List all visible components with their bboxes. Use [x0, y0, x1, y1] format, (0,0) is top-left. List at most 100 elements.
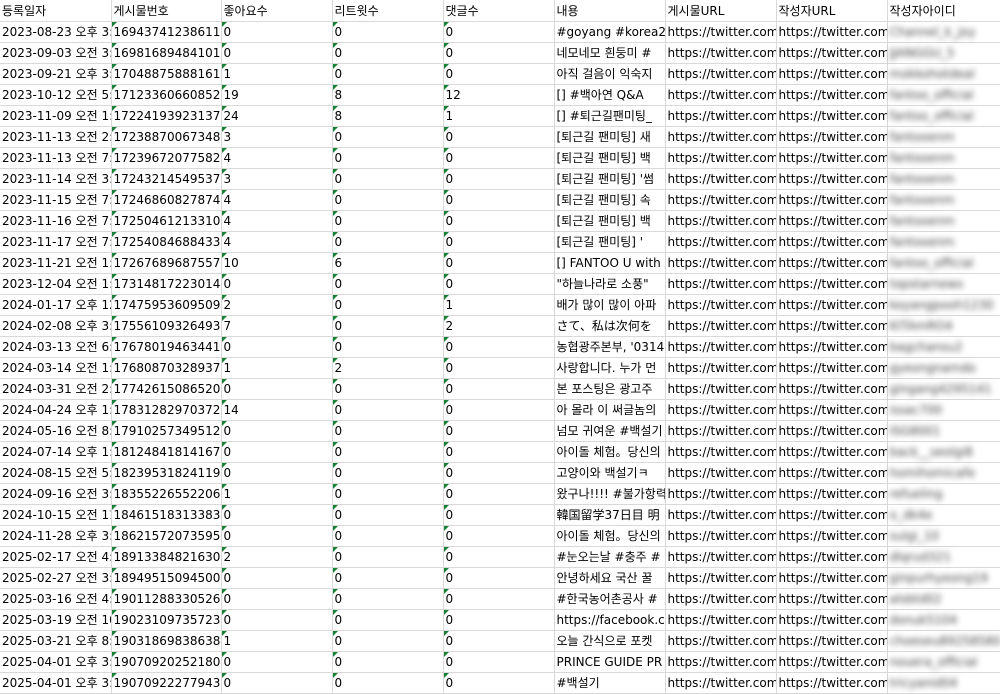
- likes-cell[interactable]: 0: [221, 567, 333, 589]
- comments-cell[interactable]: 1: [443, 294, 555, 316]
- post-id-cell[interactable]: 1755610932649349: [111, 315, 222, 337]
- comments-cell[interactable]: 0: [443, 420, 555, 442]
- content-cell[interactable]: [퇴근길 팬미팅] 새: [554, 126, 666, 148]
- author-url-cell[interactable]: https://twitter.com/: [776, 525, 888, 547]
- date-cell[interactable]: 2023-12-04 오전 1:: [0, 273, 112, 295]
- retweets-cell[interactable]: 0: [332, 63, 444, 85]
- content-cell[interactable]: #눈오는날 #충주 #: [554, 546, 666, 568]
- likes-cell[interactable]: 3: [221, 126, 333, 148]
- date-cell[interactable]: 2024-03-14 오전 1:: [0, 357, 112, 379]
- content-cell[interactable]: 고양이와 백설기ㅋ: [554, 462, 666, 484]
- post-url-cell[interactable]: https://twitter.com/: [665, 231, 777, 253]
- date-cell[interactable]: 2023-11-15 오전 7:: [0, 189, 112, 211]
- author-id-cell[interactable]: koyangpooh1230: [887, 294, 1000, 316]
- column-header[interactable]: 게시물번호: [111, 0, 222, 22]
- comments-cell[interactable]: 12: [443, 84, 555, 106]
- likes-cell[interactable]: 4: [221, 147, 333, 169]
- author-url-cell[interactable]: https://twitter.com/: [776, 252, 888, 274]
- author-url-cell[interactable]: https://twitter.com/: [776, 336, 888, 358]
- retweets-cell[interactable]: 0: [332, 126, 444, 148]
- comments-cell[interactable]: 0: [443, 567, 555, 589]
- retweets-cell[interactable]: 0: [332, 567, 444, 589]
- date-cell[interactable]: 2023-08-23 오후 3:: [0, 21, 112, 43]
- content-cell[interactable]: 왔구나!!!! #불가항력: [554, 483, 666, 505]
- author-id-cell[interactable]: ISG8001: [887, 420, 1000, 442]
- content-cell[interactable]: 아 몰라 이 써글놈의: [554, 399, 666, 421]
- post-id-cell[interactable]: 1774261508652089: [111, 378, 222, 400]
- author-id-cell[interactable]: nouera_official: [887, 651, 1000, 673]
- date-cell[interactable]: 2025-03-21 오후 8:: [0, 630, 112, 652]
- author-url-cell[interactable]: https://twitter.com/: [776, 315, 888, 337]
- author-url-cell[interactable]: https://twitter.com/: [776, 126, 888, 148]
- date-cell[interactable]: 2024-09-16 오전 3:: [0, 483, 112, 505]
- retweets-cell[interactable]: 6: [332, 252, 444, 274]
- post-url-cell[interactable]: https://twitter.com/: [665, 567, 777, 589]
- author-id-cell[interactable]: fantooenm: [887, 210, 1000, 232]
- author-url-cell[interactable]: https://twitter.com/: [776, 189, 888, 211]
- post-url-cell[interactable]: https://twitter.com/: [665, 315, 777, 337]
- retweets-cell[interactable]: 0: [332, 588, 444, 610]
- author-url-cell[interactable]: https://twitter.com/: [776, 105, 888, 127]
- post-url-cell[interactable]: https://twitter.com/: [665, 525, 777, 547]
- likes-cell[interactable]: 19: [221, 84, 333, 106]
- post-url-cell[interactable]: https://twitter.com/: [665, 672, 777, 694]
- post-id-cell[interactable]: 1901128833052668: [111, 588, 222, 610]
- author-id-cell[interactable]: tricyanid04: [887, 672, 1000, 694]
- date-cell[interactable]: 2024-08-15 오전 5:: [0, 462, 112, 484]
- column-header[interactable]: 리트윗수: [332, 0, 444, 22]
- content-cell[interactable]: PRINCE GUIDE PR: [554, 651, 666, 673]
- post-id-cell[interactable]: 1731481722301419: [111, 273, 222, 295]
- post-id-cell[interactable]: 1835522655220638: [111, 483, 222, 505]
- content-cell[interactable]: [퇴근길 팬미팅] '썸: [554, 168, 666, 190]
- likes-cell[interactable]: 7: [221, 315, 333, 337]
- post-url-cell[interactable]: https://twitter.com/: [665, 84, 777, 106]
- column-header[interactable]: 내용: [554, 0, 666, 22]
- post-id-cell[interactable]: 1767801946344137: [111, 336, 222, 358]
- date-cell[interactable]: 2024-10-15 오전 11: [0, 504, 112, 526]
- likes-cell[interactable]: 1: [221, 63, 333, 85]
- content-cell[interactable]: 아이돌 체험。당신의: [554, 525, 666, 547]
- post-url-cell[interactable]: https://twitter.com/: [665, 399, 777, 421]
- comments-cell[interactable]: 0: [443, 63, 555, 85]
- likes-cell[interactable]: 14: [221, 399, 333, 421]
- author-url-cell[interactable]: https://twitter.com/: [776, 462, 888, 484]
- comments-cell[interactable]: 0: [443, 483, 555, 505]
- author-url-cell[interactable]: https://twitter.com/: [776, 609, 888, 631]
- content-cell[interactable]: 배가 많이 많이 아파: [554, 294, 666, 316]
- content-cell[interactable]: #goyang #korea20: [554, 21, 666, 43]
- post-id-cell[interactable]: 1723887006734860: [111, 126, 222, 148]
- date-cell[interactable]: 2024-07-14 오후 1:: [0, 441, 112, 463]
- post-id-cell[interactable]: 1725046121331073: [111, 210, 222, 232]
- comments-cell[interactable]: 0: [443, 609, 555, 631]
- likes-cell[interactable]: 0: [221, 42, 333, 64]
- likes-cell[interactable]: 0: [221, 525, 333, 547]
- post-url-cell[interactable]: https://twitter.com/: [665, 462, 777, 484]
- author-id-cell[interactable]: Channel_k_joy: [887, 21, 1000, 43]
- author-url-cell[interactable]: https://twitter.com/: [776, 441, 888, 463]
- content-cell[interactable]: 농협광주본부, '0314: [554, 336, 666, 358]
- retweets-cell[interactable]: 0: [332, 546, 444, 568]
- column-header[interactable]: 댓글수: [443, 0, 555, 22]
- likes-cell[interactable]: 4: [221, 231, 333, 253]
- likes-cell[interactable]: 0: [221, 504, 333, 526]
- comments-cell[interactable]: 0: [443, 588, 555, 610]
- retweets-cell[interactable]: 0: [332, 21, 444, 43]
- post-url-cell[interactable]: https://twitter.com/: [665, 546, 777, 568]
- date-cell[interactable]: 2023-11-09 오전 1:: [0, 105, 112, 127]
- comments-cell[interactable]: 0: [443, 168, 555, 190]
- content-cell[interactable]: 오늘 간식으로 포켓: [554, 630, 666, 652]
- content-cell[interactable]: [퇴근길 팬미팅] ': [554, 231, 666, 253]
- content-cell[interactable]: 넘모 귀여운 #백설기: [554, 420, 666, 442]
- date-cell[interactable]: 2025-02-17 오전 4:: [0, 546, 112, 568]
- post-id-cell[interactable]: 1907092025218060: [111, 651, 222, 673]
- retweets-cell[interactable]: 0: [332, 378, 444, 400]
- author-id-cell[interactable]: gyeongnamdo: [887, 357, 1000, 379]
- column-header[interactable]: 등록일자: [0, 0, 112, 22]
- date-cell[interactable]: 2023-10-12 오전 5:: [0, 84, 112, 106]
- post-url-cell[interactable]: https://twitter.com/: [665, 483, 777, 505]
- author-id-cell[interactable]: o_dk4e: [887, 504, 1000, 526]
- post-id-cell[interactable]: 1724686082787479: [111, 189, 222, 211]
- post-id-cell[interactable]: 1722419392313770: [111, 105, 222, 127]
- post-id-cell[interactable]: 1823953182411907: [111, 462, 222, 484]
- post-id-cell[interactable]: 1694374123861156: [111, 21, 222, 43]
